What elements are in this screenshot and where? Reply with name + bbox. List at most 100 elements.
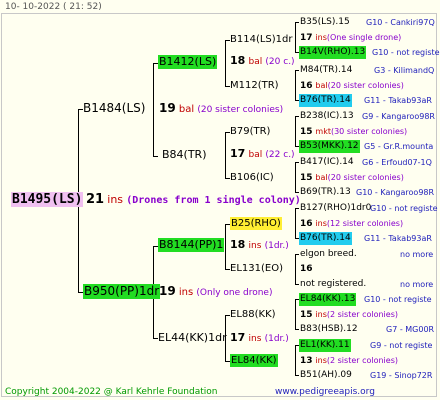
gen1-unit-2: ins — [178, 287, 194, 298]
gen4-info-11: 15 bal(20 sister colonies) — [300, 171, 404, 185]
gen4-info-8: 15 mkt(30 sister colonies) — [300, 125, 407, 139]
gen4-queen-4[interactable]: M84(TR).14 — [300, 64, 352, 77]
gen4-right-6: G11 - Takab93aR — [364, 96, 432, 105]
gen4-queen-7[interactable]: B238(IC).13 — [300, 110, 354, 123]
gen4-queen-16[interactable]: elgon breed. — [300, 248, 357, 261]
gen4-note-23: (2 sister colonies) — [326, 356, 398, 365]
gen4-count-23: 13 — [300, 356, 313, 366]
gen4-right-21: G7 - MG00R — [386, 325, 435, 334]
gen1-info-1: 19 bal (20 sister colonies) — [159, 101, 283, 118]
gen4-queen-18[interactable]: not registered. — [300, 278, 366, 291]
gen3-queen-1[interactable]: B114(LS)1dr — [230, 33, 293, 46]
gen2-info-3: 18 ins (1dr.) — [230, 238, 289, 253]
header-date: 10- 10-2022 ( 21: 52) — [5, 2, 102, 12]
gen4-info-5: 16 bal(20 sister colonies) — [300, 79, 404, 93]
connector-line — [295, 22, 296, 52]
gen4-right-4: G3 - KilimandQ — [374, 66, 435, 75]
gen4-unit-14: ins — [315, 219, 327, 228]
gen4-unit-2: ins — [315, 33, 327, 42]
gen4-info-20: 15 ins(2 sister colonies) — [300, 308, 398, 322]
gen4-queen-1[interactable]: B35(LS).15 — [300, 16, 350, 29]
connector-line — [225, 132, 226, 178]
gen3-queen-4[interactable]: B106(IC) — [230, 171, 274, 184]
gen3-queen-7[interactable]: EL88(KK) — [230, 308, 276, 321]
gen4-note-11: (20 sister colonies) — [327, 173, 404, 182]
connector-line — [295, 375, 299, 376]
gen3-queen-5[interactable]: B25(RHO) — [230, 217, 282, 230]
gen4-right-9: G5 - Gr.R.mounta — [364, 142, 434, 151]
gen4-right-19: G10 - not registe — [364, 295, 432, 304]
gen4-count-14: 16 — [300, 219, 313, 229]
gen4-queen-12[interactable]: B69(TR).13 — [300, 186, 351, 199]
gen4-note-2: (One single drone) — [326, 33, 402, 42]
gen2-queen-4[interactable]: EL44(KK)1dr — [158, 331, 227, 345]
connector-line — [295, 116, 299, 117]
connector-line — [295, 299, 296, 329]
gen4-right-24: G19 - Sinop72R — [370, 371, 433, 380]
connector-line — [295, 70, 299, 71]
connector-line — [225, 224, 226, 269]
gen2-queen-2[interactable]: B84(TR) — [162, 148, 207, 162]
gen2-unit-3: ins — [248, 241, 262, 251]
gen3-queen-2[interactable]: M112(TR) — [230, 79, 279, 92]
gen4-unit-11: bal — [315, 173, 328, 182]
gen3-queen-3[interactable]: B79(TR) — [230, 125, 270, 138]
gen4-right-3: G10 - not registe — [372, 48, 440, 57]
gen1-queen-2[interactable]: B950(PP)1dr — [83, 284, 161, 299]
connector-line — [295, 116, 296, 146]
gen2-note-2: (22 c.) — [265, 150, 295, 160]
gen4-right-13: G10 - not registe — [370, 204, 438, 213]
gen4-queen-10[interactable]: B417(IC).14 — [300, 156, 354, 169]
connector-line — [295, 208, 296, 238]
connector-line — [153, 156, 158, 157]
gen4-count-20: 15 — [300, 310, 313, 320]
pedigree-chart: 10- 10-2022 ( 21: 52) Copyright 2004-202… — [0, 0, 440, 400]
gen4-queen-19[interactable]: EL84(KK).13 — [299, 293, 357, 306]
root-count: 21 — [86, 192, 105, 207]
gen4-queen-21[interactable]: B83(HSB).12 — [300, 323, 358, 336]
footer-url[interactable]: www.pedigreeapis.org — [275, 386, 375, 399]
gen4-right-16: no more — [400, 250, 434, 259]
gen1-count-2: 19 — [159, 284, 176, 298]
gen3-queen-8[interactable]: EL84(KK) — [230, 354, 278, 367]
gen4-queen-24[interactable]: B51(AH).09 — [300, 369, 352, 382]
root-info: 21 ins (Drones from 1 single colony) — [86, 192, 301, 208]
gen2-unit-1: bal — [248, 57, 263, 67]
gen4-unit-20: ins — [315, 310, 327, 319]
gen2-count-3: 18 — [230, 238, 246, 251]
gen2-queen-3[interactable]: B8144(PP)1 — [158, 238, 225, 252]
gen4-info-23: 13 ins(2 sister colonies) — [300, 354, 398, 368]
gen4-queen-22[interactable]: EL1(KK).11 — [299, 339, 351, 352]
gen4-queen-15[interactable]: B76(TR).14 — [299, 232, 352, 245]
gen2-queen-1[interactable]: B1412(LS) — [158, 55, 218, 69]
gen2-note-4: (1dr.) — [264, 334, 289, 344]
gen2-unit-2: bal — [248, 150, 263, 160]
gen4-right-18: no more — [400, 280, 434, 289]
gen4-count-11: 15 — [300, 173, 313, 183]
gen4-right-1: G10 - Cankiri97Q — [366, 18, 435, 27]
root-queen[interactable]: B1495(LS) — [11, 192, 84, 207]
gen1-count-1: 19 — [159, 101, 176, 115]
gen2-info-2: 17 bal (22 c.) — [230, 147, 295, 162]
gen2-count-1: 18 — [230, 54, 246, 67]
gen1-queen-1[interactable]: B1484(LS) — [83, 101, 145, 116]
gen4-queen-3[interactable]: B14V(RHO).13 — [299, 46, 367, 59]
gen4-queen-9[interactable]: B53(MKK).12 — [299, 140, 360, 153]
connector-line — [295, 162, 299, 163]
gen4-queen-6[interactable]: B76(TR).14 — [299, 94, 352, 107]
connector-line — [295, 208, 299, 209]
gen4-info-14: 16 ins(12 sister colonies) — [300, 217, 403, 231]
gen4-right-15: G11 - Takab93aR — [364, 234, 432, 243]
gen4-queen-13[interactable]: B127(RHO)1dr0 — [300, 202, 371, 215]
gen4-note-20: (2 sister colonies) — [326, 310, 398, 319]
gen2-info-4: 17 ins (1dr.) — [230, 331, 289, 346]
footer-copyright: Copyright 2004-2022 @ Karl Kehrle Founda… — [5, 387, 218, 397]
gen2-unit-4: ins — [248, 334, 262, 344]
gen1-note-1: (20 sister colonies) — [197, 105, 284, 115]
gen4-right-10: G6 - Erfoud07-1Q — [362, 158, 432, 167]
gen4-count-2: 17 — [300, 33, 313, 43]
gen4-unit-5: bal — [315, 81, 328, 90]
gen4-count-5: 16 — [300, 81, 313, 91]
gen2-count-4: 17 — [230, 331, 246, 344]
gen3-queen-6[interactable]: EL131(EO) — [230, 262, 283, 275]
